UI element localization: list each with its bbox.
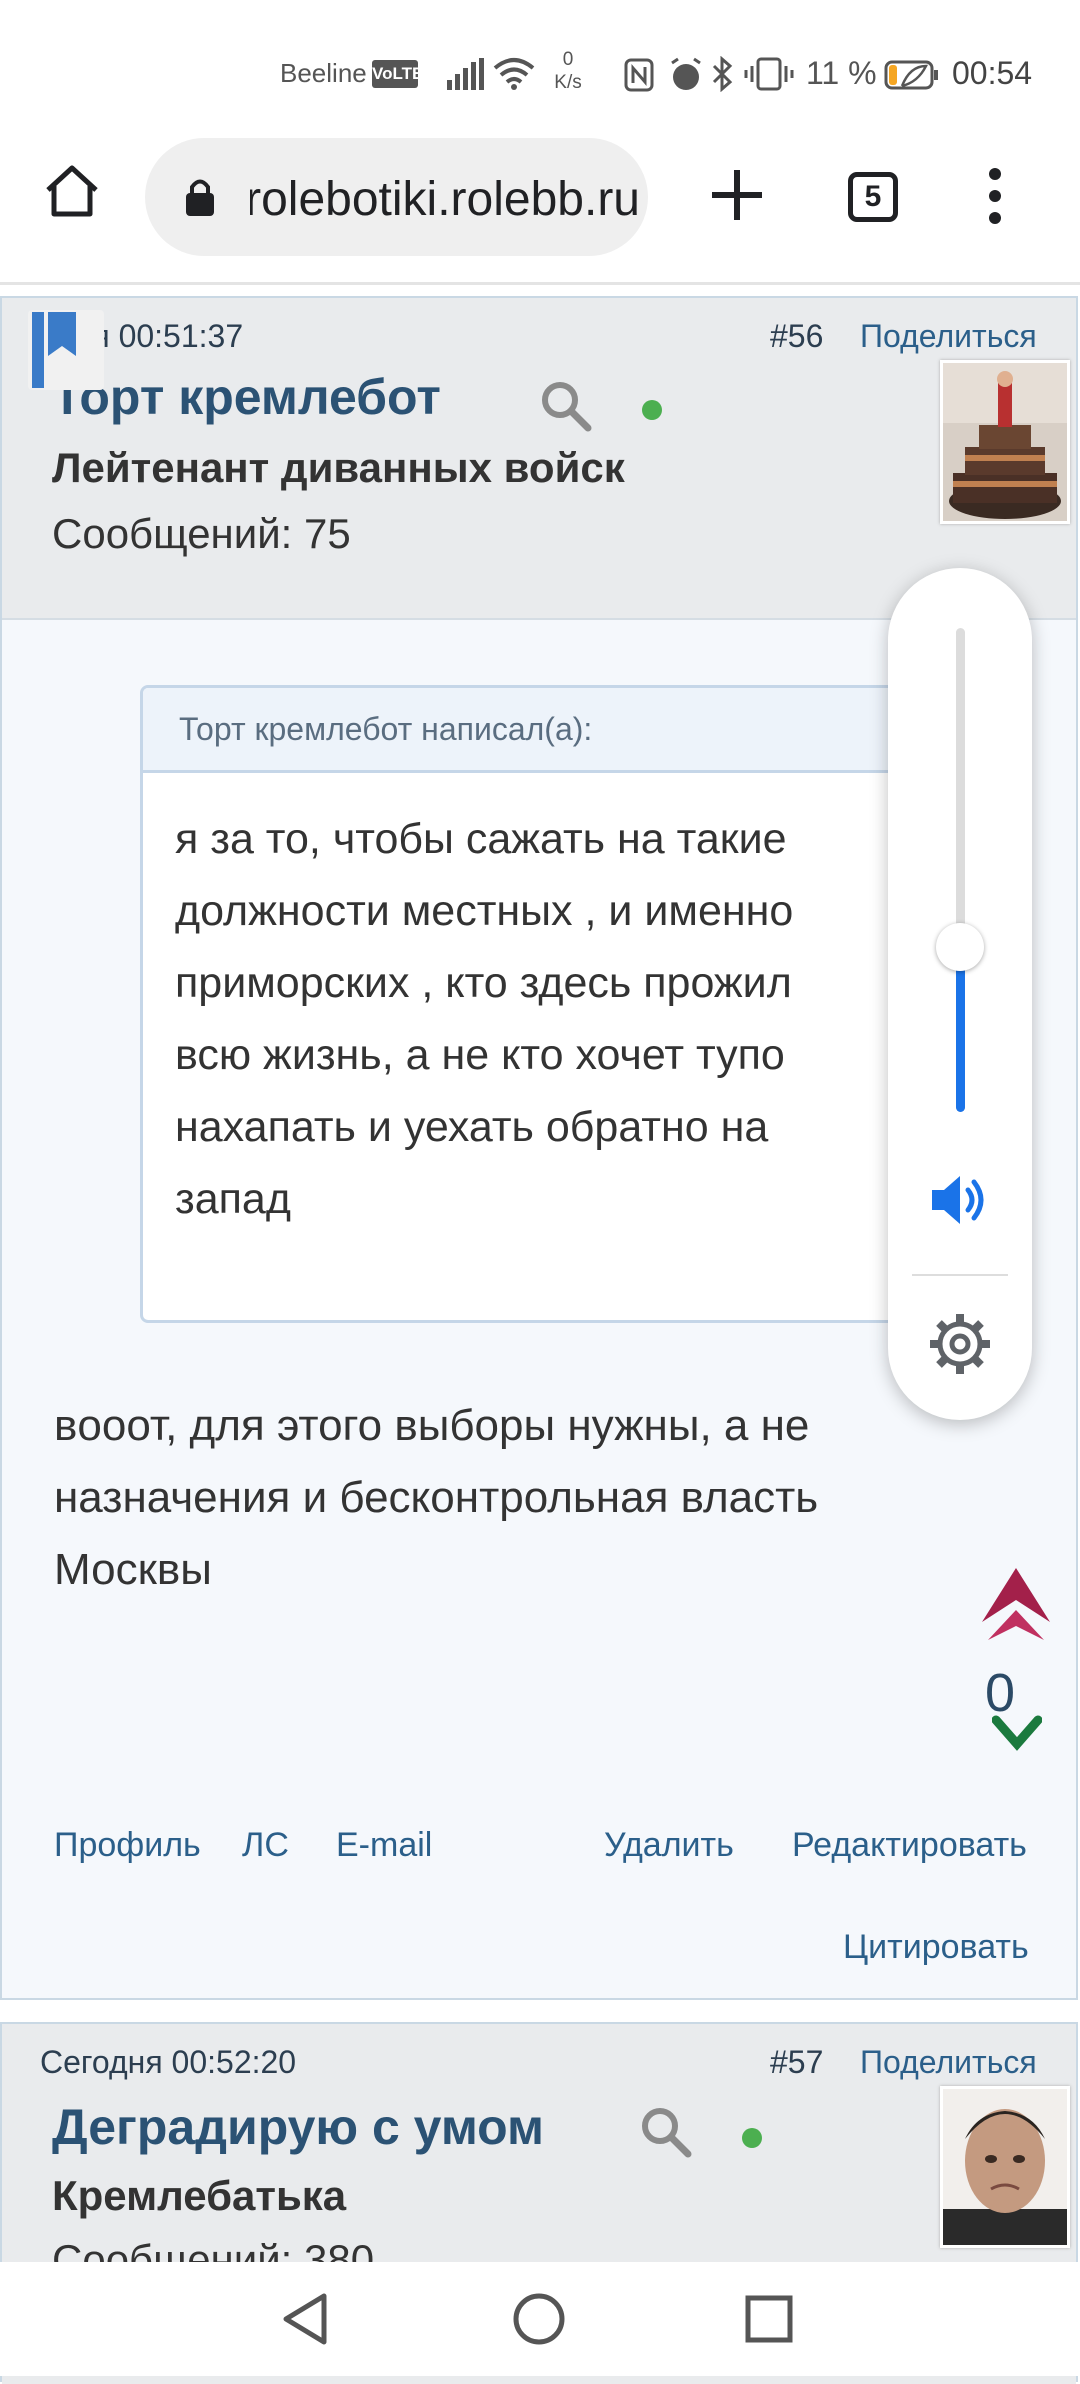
status-bar: Beeline VoLTE 0 K/s 11 % 00:54	[0, 0, 1080, 130]
upvote-icon[interactable]	[978, 1560, 1054, 1644]
carrier-label: Beeline	[280, 58, 367, 88]
share-link[interactable]: Поделиться	[860, 318, 1037, 355]
vibrate-icon	[744, 57, 794, 91]
lock-icon[interactable]	[183, 176, 217, 218]
back-icon[interactable]	[280, 2292, 330, 2346]
quote-text: я за то, чтобы сажать на такие должности…	[175, 815, 794, 1223]
battery-percent: 11 %	[806, 55, 877, 91]
alarm-icon	[671, 57, 701, 90]
post-number[interactable]: #57	[770, 2044, 823, 2081]
user-rank: Кремлебатька	[52, 2172, 347, 2219]
net-speed: 0 K/s	[548, 48, 588, 94]
online-status-dot	[742, 2128, 762, 2148]
new-tab-icon[interactable]	[710, 168, 764, 222]
delete-link[interactable]: Удалить	[604, 1826, 734, 1865]
address-bar[interactable]: rolebotiki.rolebb.ru	[145, 138, 648, 256]
search-icon[interactable]	[638, 2104, 694, 2160]
bookmark-icon[interactable]	[28, 310, 104, 390]
battery-icon	[884, 60, 938, 90]
signal-icon	[447, 58, 484, 90]
quote-header: Торт кремлебот написал(а):	[143, 688, 903, 773]
recents-icon[interactable]	[744, 2294, 794, 2344]
browser-toolbar: rolebotiki.rolebb.ru 5	[0, 130, 1080, 285]
post-author[interactable]: Деградирую с умом	[52, 2098, 544, 2156]
pm-link[interactable]: ЛС	[242, 1826, 289, 1865]
volume-divider	[912, 1274, 1008, 1276]
home-icon[interactable]	[42, 162, 102, 220]
post-date: Сегодня 00:52:20	[40, 2044, 297, 2080]
home-nav-icon[interactable]	[512, 2292, 566, 2346]
message-count: Сообщений: 75	[52, 510, 351, 557]
speaker-icon[interactable]	[928, 1172, 992, 1228]
net-speed-unit: K/s	[554, 72, 582, 93]
edit-link[interactable]: Редактировать	[792, 1826, 1027, 1865]
url-text[interactable]: rolebotiki.rolebb.ru	[250, 172, 640, 227]
user-rank: Лейтенант диванных войск	[52, 444, 625, 491]
wifi-icon	[493, 58, 535, 90]
email-link[interactable]: E-mail	[336, 1826, 432, 1865]
more-menu-icon[interactable]	[980, 166, 1010, 226]
post-number[interactable]: #56	[770, 318, 823, 355]
nfc-icon	[624, 58, 654, 92]
avatar[interactable]	[940, 360, 1070, 524]
person-avatar-image	[943, 2089, 1067, 2245]
volume-slider-fill	[956, 947, 965, 1112]
online-status-dot	[642, 400, 662, 420]
post-header: дня 00:51:37 #56 Поделиться Торт кремлеб…	[2, 298, 1076, 620]
quote-link[interactable]: Цитировать	[843, 1928, 1029, 1967]
bluetooth-icon	[712, 56, 733, 92]
cake-avatar-image	[943, 363, 1067, 521]
quote-block: Торт кремлебот написал(а): я за то, чтоб…	[140, 685, 906, 1323]
volte-badge: VoLTE	[372, 60, 423, 88]
share-link[interactable]: Поделиться	[860, 2044, 1037, 2081]
system-nav-bar	[0, 2262, 1080, 2376]
net-speed-value: 0	[562, 49, 574, 70]
avatar[interactable]	[940, 2086, 1070, 2248]
post-author[interactable]: Торт кремлебот	[52, 368, 441, 426]
volume-slider-thumb[interactable]	[936, 923, 984, 972]
volume-panel	[888, 568, 1032, 1420]
clock: 00:54	[952, 55, 1033, 91]
search-icon[interactable]	[538, 378, 594, 434]
settings-gear-icon[interactable]	[928, 1312, 992, 1376]
downvote-icon[interactable]	[992, 1712, 1042, 1752]
profile-link[interactable]: Профиль	[54, 1826, 201, 1865]
tab-switcher-button[interactable]: 5	[848, 172, 898, 222]
post-text: вooот, для этого выборы нужны, а не назн…	[54, 1401, 819, 1594]
